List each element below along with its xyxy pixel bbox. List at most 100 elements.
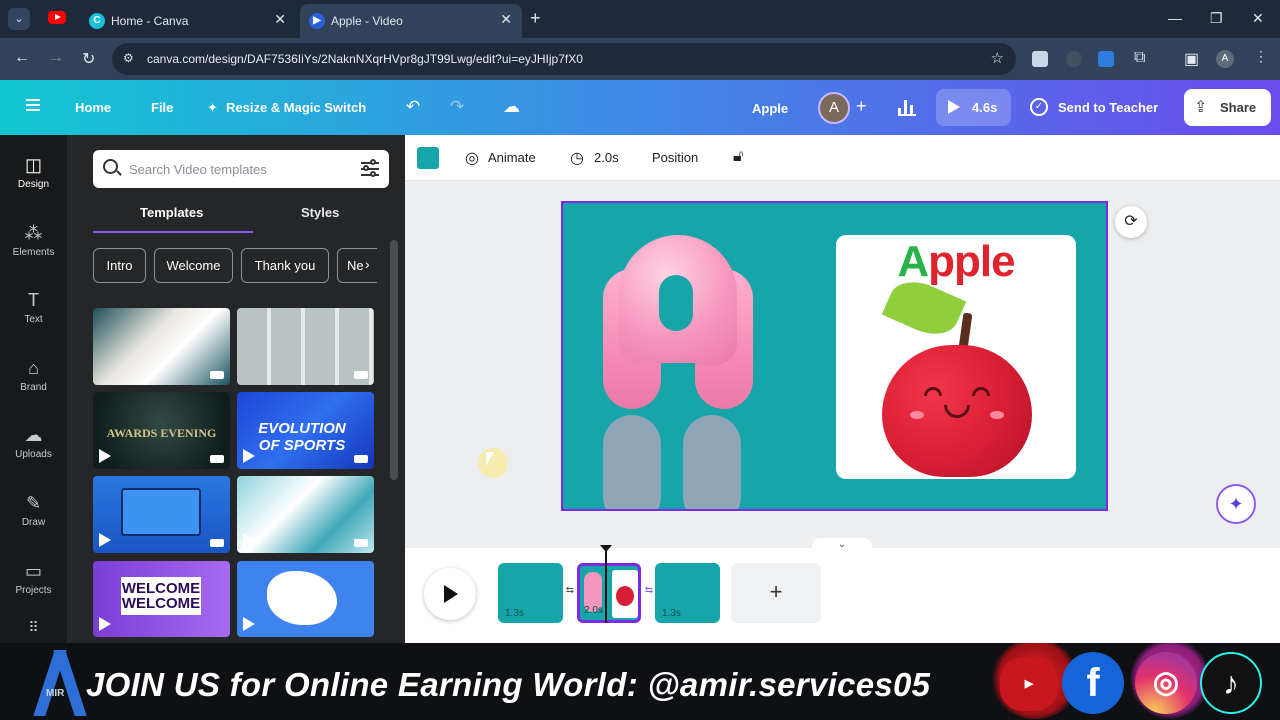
rail-item-draw[interactable]: ✎ Draw	[0, 485, 67, 543]
add-collaborator-icon[interactable]: +	[856, 96, 867, 117]
timeline-clip[interactable]: 1.3s	[498, 563, 563, 623]
timeline-play-button[interactable]	[424, 568, 476, 620]
extension-icon[interactable]	[1032, 51, 1048, 67]
tab-search-chevron-icon[interactable]: ⌄	[8, 8, 30, 30]
layout-icon: ◫	[24, 155, 42, 175]
chip-next[interactable]: Ne	[337, 248, 377, 283]
resize-magic-switch-button[interactable]: Resize & Magic Switch	[226, 100, 366, 115]
lock-icon[interactable]: 🔓︎	[733, 148, 743, 166]
file-menu-button[interactable]: File	[151, 100, 173, 115]
rail-item-design[interactable]: ◫ Design	[0, 147, 67, 205]
rail-item-brand[interactable]: ⌂ Brand	[0, 350, 67, 408]
premium-crown-icon	[354, 371, 368, 379]
transition-icon[interactable]: ⇆	[563, 585, 577, 601]
home-button[interactable]: Home	[75, 100, 111, 115]
apple-card[interactable]: Apple	[836, 235, 1076, 479]
add-page-button[interactable]: +	[731, 563, 821, 623]
cloud-saved-icon[interactable]: ☁	[503, 97, 520, 117]
magic-sparkle-icon[interactable]: ✦	[1216, 484, 1256, 524]
chevron-right-icon[interactable]: ›	[365, 256, 370, 272]
design-canvas[interactable]: Apple	[561, 201, 1108, 511]
tab-templates[interactable]: Templates	[140, 205, 203, 220]
chip-welcome[interactable]: Welcome	[154, 248, 233, 283]
panel-scrollbar[interactable]	[390, 240, 398, 480]
context-toolbar	[405, 135, 1280, 181]
close-tab-icon[interactable]: ✕	[500, 11, 512, 28]
extension-icon[interactable]	[1066, 51, 1082, 67]
reload-icon[interactable]: ↻	[82, 49, 95, 69]
apple-illustration[interactable]	[881, 272, 1032, 477]
template-thumbnail[interactable]	[237, 561, 374, 637]
template-thumbnail[interactable]	[237, 476, 374, 553]
cloud-upload-icon: ☁	[24, 425, 43, 445]
tab-styles[interactable]: Styles	[301, 205, 339, 220]
back-icon[interactable]: ←	[14, 49, 30, 67]
splash-graphic	[267, 571, 337, 625]
puzzle-extensions-icon[interactable]: ⧉	[1134, 49, 1145, 67]
timeline-playhead[interactable]	[600, 545, 612, 623]
new-tab-icon[interactable]: +	[530, 8, 541, 29]
thumbnail-caption: AWARDS EVENING	[106, 426, 217, 440]
template-thumbnail[interactable]: EVOLUTION OF SPORTS	[237, 392, 374, 469]
extension-icon[interactable]	[1098, 51, 1114, 67]
template-thumbnail[interactable]: WELCOME WELCOME	[93, 561, 230, 637]
rail-item-label: Text	[24, 314, 43, 325]
window-close-icon[interactable]: ✕	[1252, 10, 1264, 27]
browser-tab-bar: ⌄ C Home - Canva ✕ ▶ Apple - Video ✕ + —…	[0, 0, 1280, 38]
template-thumbnail[interactable]	[93, 476, 230, 553]
maximize-icon[interactable]: ❐	[1210, 10, 1223, 27]
play-icon	[243, 449, 255, 463]
apple-title-rest: pple	[928, 237, 1015, 286]
insights-chart-icon[interactable]	[898, 98, 918, 116]
rail-item-projects[interactable]: ▭ Projects	[0, 553, 67, 611]
youtube-tab-icon[interactable]	[48, 11, 66, 24]
tab-apple-video[interactable]: ▶ Apple - Video ✕	[300, 4, 522, 38]
present-play-button[interactable]: 4.6s	[936, 89, 1011, 126]
tab-home-canva[interactable]: C Home - Canva ✕	[80, 4, 296, 38]
check-circle-icon: ✓	[1030, 98, 1048, 116]
rail-item-text[interactable]: T Text	[0, 282, 67, 340]
search-input[interactable]	[129, 159, 349, 179]
minimize-icon[interactable]: —	[1168, 10, 1182, 26]
collaborator-avatar[interactable]: A	[818, 92, 850, 124]
redo-icon[interactable]: ↷	[450, 97, 464, 117]
chip-intro[interactable]: Intro	[93, 248, 146, 283]
design-title[interactable]: Apple	[752, 101, 788, 116]
apps-grid-icon[interactable]: ⠿	[0, 613, 67, 643]
browser-menu-icon[interactable]: ⋮	[1254, 48, 1268, 65]
animate-button[interactable]: Animate	[488, 150, 536, 165]
refresh-page-icon[interactable]: ⟳	[1115, 206, 1147, 238]
rail-item-uploads[interactable]: ☁ Uploads	[0, 417, 67, 475]
timeline-collapse-chevron-icon[interactable]: ⌄	[812, 538, 872, 552]
timeline-clip[interactable]: 1.3s	[655, 563, 720, 623]
browser-profile-avatar[interactable]: A	[1216, 50, 1234, 68]
position-button[interactable]: Position	[652, 150, 698, 165]
forward-icon[interactable]: →	[48, 49, 64, 67]
rail-item-elements[interactable]: ⁂ Elements	[0, 215, 67, 273]
url-text[interactable]: canva.com/design/DAF7536IiYs/2NaknNXqrHV…	[147, 52, 583, 66]
omnibox[interactable]: ⚙ canva.com/design/DAF7536IiYs/2NaknNXqr…	[112, 43, 1016, 75]
timeline-clip-selected[interactable]: 2.0s	[577, 563, 641, 623]
apple-title[interactable]: Apple	[836, 237, 1076, 287]
background-color-swatch[interactable]	[417, 147, 439, 169]
template-search-box[interactable]	[93, 150, 389, 188]
site-info-icon[interactable]: ⚙	[123, 51, 134, 65]
template-thumbnail[interactable]	[93, 308, 230, 385]
filter-sliders-icon[interactable]	[361, 159, 379, 177]
template-thumbnail[interactable]	[237, 308, 374, 385]
undo-icon[interactable]: ↶	[406, 97, 420, 117]
share-button[interactable]: ⇪ Share	[1184, 89, 1271, 126]
close-tab-icon[interactable]: ✕	[274, 11, 286, 28]
transition-icon[interactable]: ⇆	[642, 585, 656, 601]
pink-letter-a-graphic[interactable]	[603, 235, 753, 409]
amir-logo: MIR	[30, 648, 87, 716]
clip-duration: 1.3s	[662, 608, 681, 619]
duration-button[interactable]: 2.0s	[594, 150, 619, 165]
bookmark-star-icon[interactable]: ☆	[991, 49, 1004, 67]
chip-thank-you[interactable]: Thank you	[241, 248, 329, 283]
side-panel-icon[interactable]: ▣	[1184, 49, 1199, 69]
hamburger-menu-icon[interactable]	[26, 99, 40, 111]
apple-title-first-letter: A	[897, 237, 929, 286]
send-to-teacher-button[interactable]: ✓ Send to Teacher	[1028, 89, 1174, 126]
template-thumbnail[interactable]: AWARDS EVENING	[93, 392, 230, 469]
